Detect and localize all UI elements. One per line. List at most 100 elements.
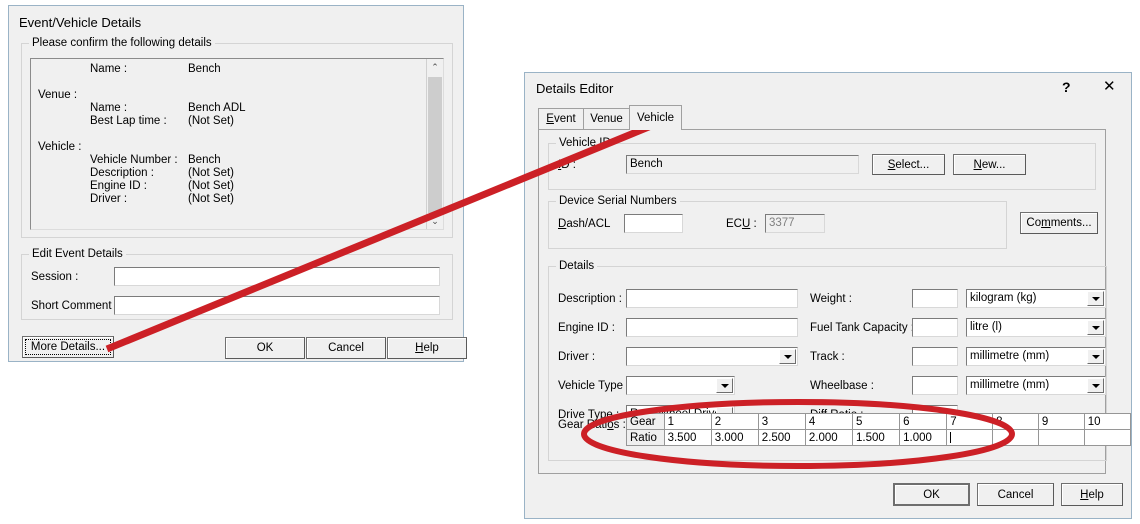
ratio-value-cell[interactable]: 2.000 bbox=[804, 429, 854, 446]
gear-number-cell[interactable]: 3 bbox=[757, 413, 806, 430]
scroll-up-glyph: ⌃ bbox=[431, 61, 439, 72]
comments-button[interactable]: Comments... bbox=[1020, 212, 1098, 234]
ecu-input[interactable]: 3377 bbox=[765, 214, 825, 233]
comments-button-a: Co bbox=[1026, 217, 1042, 229]
gear-ratios-label: Gear Ratios : bbox=[558, 419, 626, 432]
select-vehicle-button[interactable]: Select... bbox=[872, 154, 945, 175]
details-unit-combo-value: millimetre (mm) bbox=[970, 350, 1050, 362]
detail-row bbox=[31, 76, 426, 89]
gear-number-cell[interactable]: 6 bbox=[899, 413, 948, 430]
ratio-value-cell[interactable] bbox=[1083, 429, 1132, 446]
left-ok-button[interactable]: OK bbox=[225, 337, 305, 359]
details-field-label: Description : bbox=[558, 293, 622, 305]
detail-row-label: Name : bbox=[90, 63, 128, 75]
detail-row: Vehicle Number : Bench bbox=[31, 154, 426, 167]
short-comment-input[interactable] bbox=[114, 296, 440, 315]
detail-row: Name : Bench ADL bbox=[31, 102, 426, 115]
scroll-down-arrow-icon[interactable]: ⌄ bbox=[427, 213, 443, 229]
details-unit-field-input[interactable] bbox=[912, 318, 958, 337]
ratio-value-cell[interactable]: 2.500 bbox=[757, 429, 806, 446]
chevron-down-icon[interactable] bbox=[1087, 378, 1104, 393]
ratio-value-cell[interactable] bbox=[1037, 429, 1085, 446]
ratio-row-header: Ratio bbox=[626, 429, 665, 446]
gear-number-cell[interactable]: 5 bbox=[852, 413, 901, 430]
ratio-row: Ratio 3.500 3.000 2.500 2.000 1.500 1.000 bbox=[626, 429, 1132, 446]
left-cancel-button[interactable]: Cancel bbox=[306, 337, 386, 359]
more-details-button[interactable]: More Details... bbox=[22, 336, 114, 358]
details-unit-field-input[interactable] bbox=[912, 376, 958, 395]
detail-row-value: Bench ADL bbox=[188, 102, 246, 114]
ratio-value-cell[interactable]: 3.000 bbox=[710, 429, 759, 446]
new-vehicle-button[interactable]: New... bbox=[953, 154, 1026, 175]
chevron-down-icon[interactable] bbox=[1087, 349, 1104, 364]
details-unit-field-input[interactable] bbox=[912, 289, 958, 308]
right-help-button-rest: elp bbox=[1088, 488, 1104, 501]
close-icon[interactable]: ✕ bbox=[1103, 79, 1116, 94]
ratio-value-cell[interactable] bbox=[992, 429, 1039, 446]
details-unit-field-input[interactable] bbox=[912, 347, 958, 366]
ratio-value-cell[interactable]: 1.000 bbox=[899, 429, 948, 446]
details-unit-combo[interactable]: kilogram (kg) bbox=[966, 289, 1106, 308]
gear-ratios-label-b: s : bbox=[613, 419, 626, 431]
detail-row-label: Vehicle : bbox=[38, 141, 82, 153]
gear-number-cell[interactable]: 9 bbox=[1037, 413, 1085, 430]
right-cancel-button[interactable]: Cancel bbox=[977, 483, 1054, 506]
text-caret bbox=[950, 431, 952, 443]
detail-row-label: Description : bbox=[90, 167, 154, 179]
details-field-combo[interactable] bbox=[626, 376, 735, 395]
tab-vehicle[interactable]: Vehicle bbox=[629, 105, 682, 130]
details-unit-combo[interactable]: millimetre (mm) bbox=[966, 376, 1106, 395]
detail-row: Description : (Not Set) bbox=[31, 167, 426, 180]
details-unit-combo[interactable]: litre (l) bbox=[966, 318, 1106, 337]
right-help-button[interactable]: Help bbox=[1061, 483, 1123, 506]
gear-ratios-grid[interactable]: Gear 1 2 3 4 5 6 7 8 9 10 Ratio 3.500 3.000 2.500 2.000… bbox=[626, 413, 1132, 446]
details-field-input[interactable] bbox=[626, 318, 798, 337]
details-unit-field-label: Track : bbox=[810, 351, 845, 363]
details-field-label: Driver : bbox=[558, 351, 596, 363]
new-button-rest: ew... bbox=[981, 158, 1006, 171]
session-input[interactable] bbox=[114, 267, 440, 286]
details-listbox[interactable]: Name : Bench Venue : Name : Bench ADL Best La… bbox=[30, 58, 444, 230]
chevron-down-icon[interactable] bbox=[716, 378, 733, 393]
details-unit-combo[interactable]: millimetre (mm) bbox=[966, 347, 1106, 366]
scrollbar-thumb[interactable] bbox=[428, 77, 442, 213]
tab-event[interactable]: Event bbox=[538, 108, 584, 129]
detail-row-value: (Not Set) bbox=[188, 167, 235, 179]
chevron-down-icon[interactable] bbox=[1087, 291, 1104, 306]
gear-number-cell[interactable]: 2 bbox=[710, 413, 759, 430]
vehicle-id-input[interactable]: Bench bbox=[626, 155, 859, 174]
ratio-value-cell[interactable]: 3.500 bbox=[663, 429, 712, 446]
right-ok-button[interactable]: OK bbox=[893, 483, 970, 506]
detail-row-label: Engine ID : bbox=[90, 180, 147, 192]
help-titlebar-icon[interactable]: ? bbox=[1062, 80, 1071, 94]
chevron-down-icon[interactable] bbox=[779, 349, 796, 364]
left-help-button[interactable]: Help bbox=[387, 337, 467, 359]
ratio-value-cell[interactable] bbox=[946, 429, 994, 446]
chevron-down-icon[interactable] bbox=[1087, 320, 1104, 335]
ecu-value: 3377 bbox=[769, 217, 795, 229]
detail-row-value: (Not Set) bbox=[188, 193, 235, 205]
gear-number-cell[interactable]: 8 bbox=[992, 413, 1039, 430]
detail-row: Best Lap time : (Not Set) bbox=[31, 115, 426, 128]
gear-number-cell[interactable]: 4 bbox=[804, 413, 854, 430]
detail-row-value: Bench bbox=[188, 63, 221, 75]
details-listbox-scrollbar[interactable]: ⌃ ⌄ bbox=[426, 59, 443, 229]
gear-number-cell[interactable]: 1 bbox=[663, 413, 712, 430]
select-button-rest: elect... bbox=[895, 158, 930, 171]
comments-button-mnemonic: m bbox=[1041, 217, 1051, 229]
gear-number-cell[interactable]: 7 bbox=[946, 413, 994, 430]
ratio-value-cell[interactable]: 1.500 bbox=[852, 429, 901, 446]
comments-button-b: ments... bbox=[1050, 217, 1092, 229]
gear-number-cell[interactable]: 10 bbox=[1083, 413, 1132, 430]
short-comment-label: Short Comment : bbox=[31, 300, 118, 312]
details-unit-combo-value: kilogram (kg) bbox=[970, 292, 1037, 304]
dash-acl-label-rest: ash/ACL bbox=[566, 218, 611, 230]
scroll-up-arrow-icon[interactable]: ⌃ bbox=[427, 59, 443, 75]
tab-vehicle-label: Vehicle bbox=[636, 112, 675, 124]
details-field-input[interactable] bbox=[626, 289, 798, 308]
tab-venue[interactable]: Venue bbox=[583, 108, 630, 129]
details-unit-combo-value: litre (l) bbox=[970, 321, 1002, 333]
details-listbox-content: Name : Bench Venue : Name : Bench ADL Best La… bbox=[31, 63, 426, 206]
details-field-combo[interactable] bbox=[626, 347, 798, 366]
dash-acl-input[interactable] bbox=[624, 214, 683, 233]
